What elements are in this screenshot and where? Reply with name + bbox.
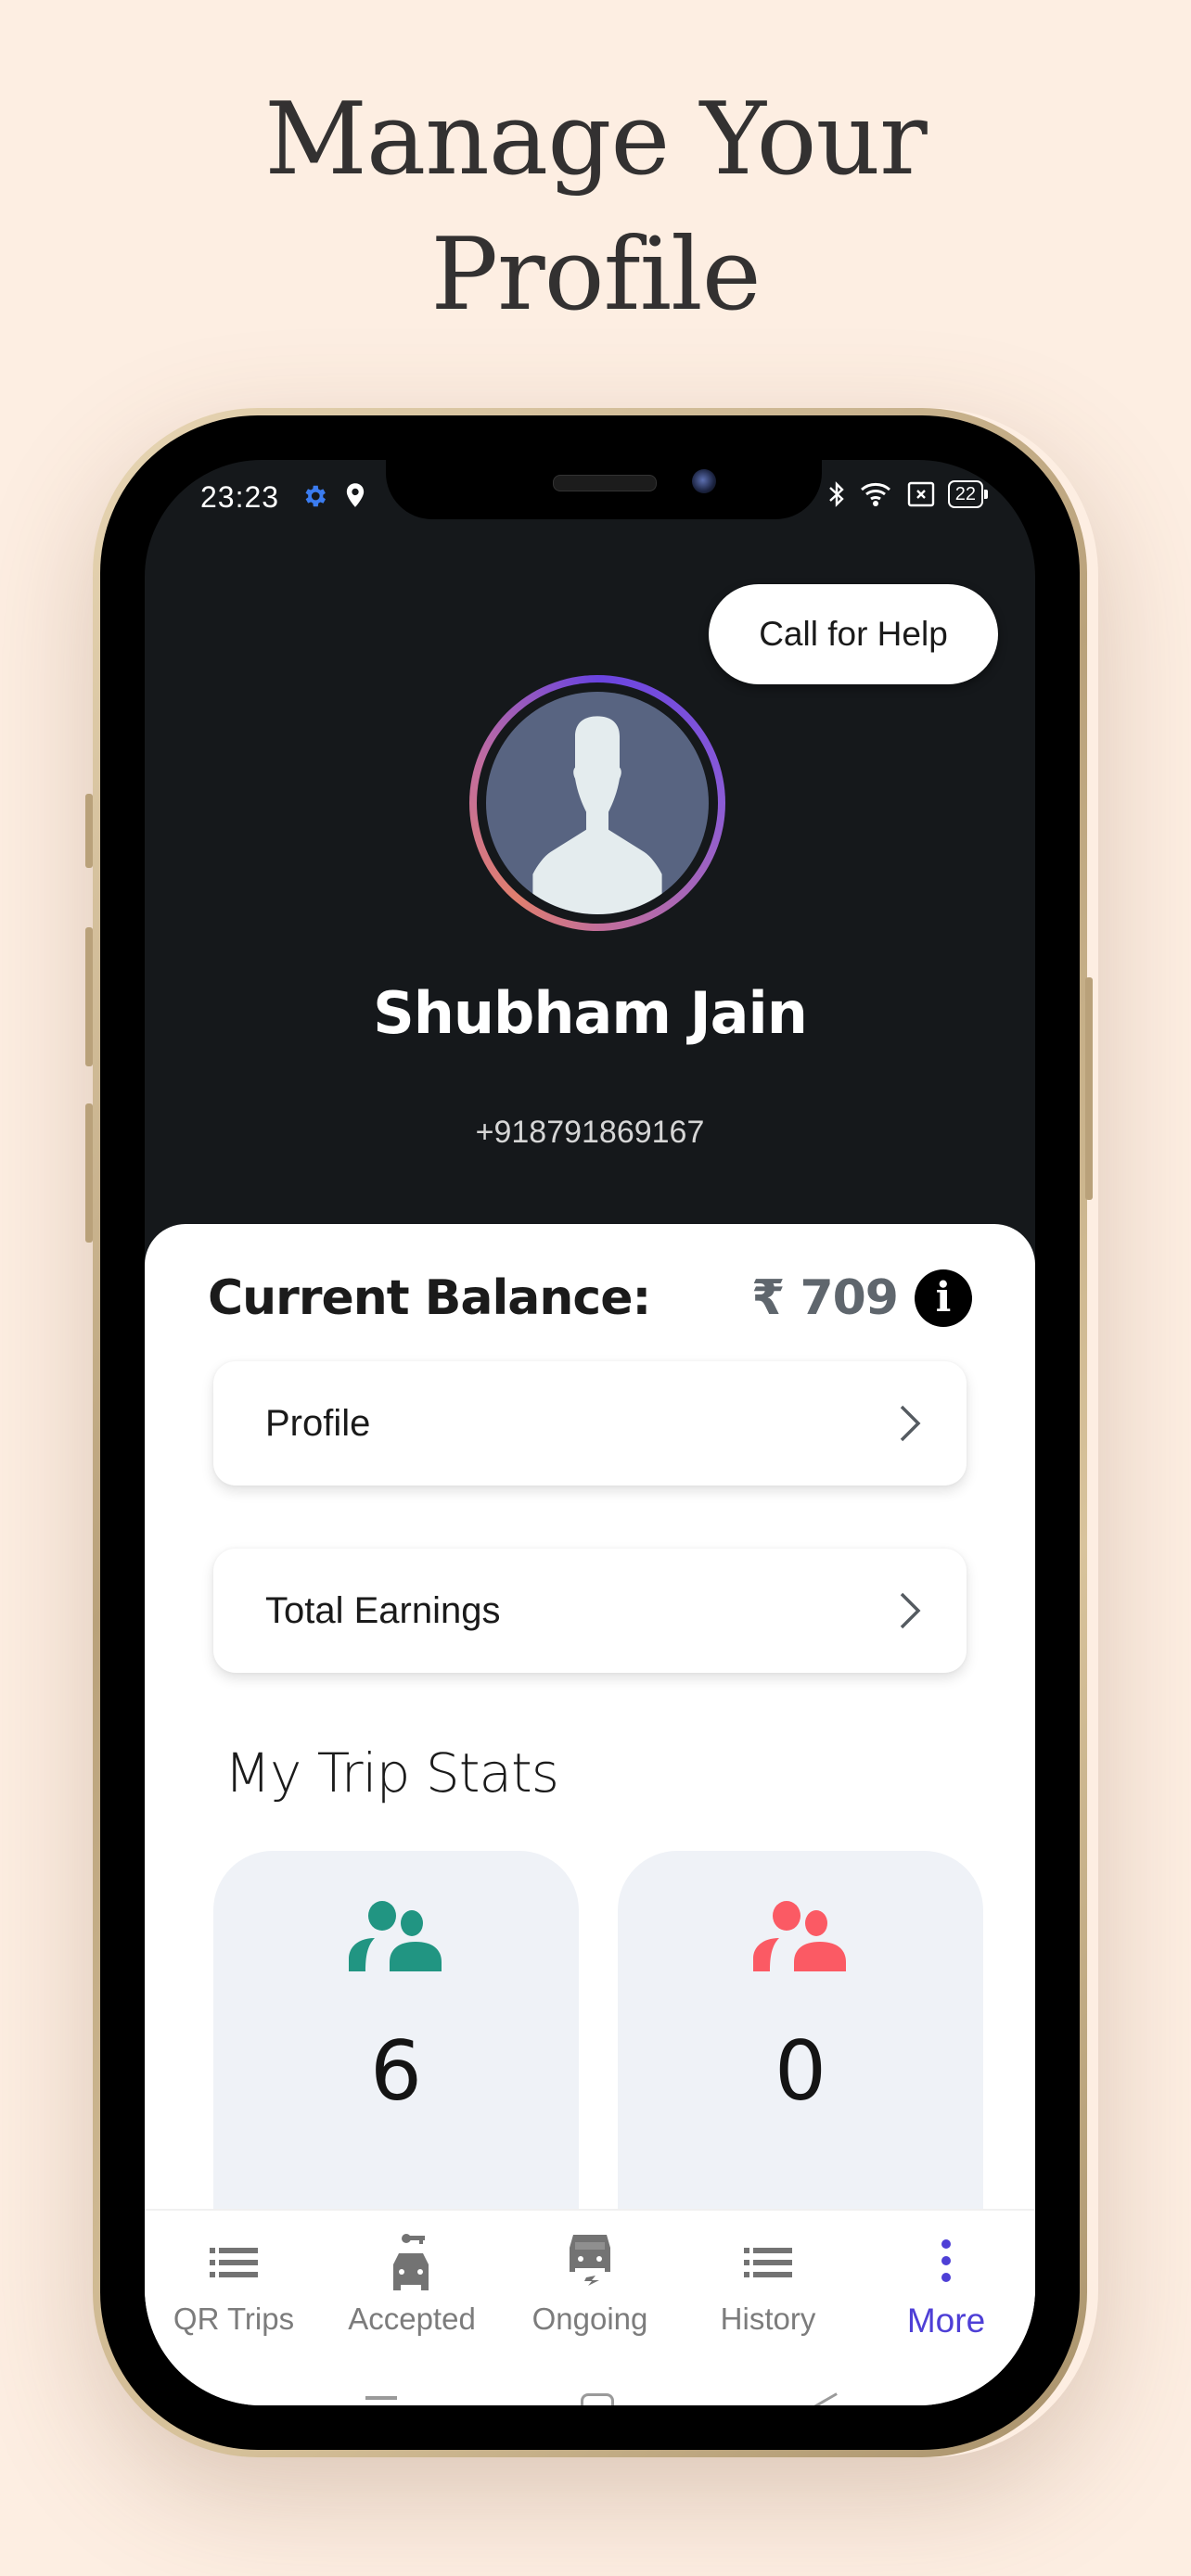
profile-menu-label: Profile: [265, 1402, 371, 1444]
marketing-headline: Manage Your Profile: [0, 72, 1191, 343]
headline-line-1: Manage Your: [264, 82, 927, 198]
car-key-icon: [393, 2234, 429, 2290]
nav-tab-history[interactable]: History: [679, 2211, 857, 2340]
silent-switch: [85, 794, 93, 868]
balance-value: ₹ 709: [751, 1270, 899, 1326]
bluetooth-icon: [828, 481, 844, 507]
volume-up-button: [85, 927, 93, 1066]
system-nav-bar: [145, 2378, 1035, 2405]
user-phone: +918791869167: [475, 1115, 705, 1150]
speaker-grille: [553, 475, 657, 491]
balance-row: Current Balance: ₹ 709 i: [208, 1261, 972, 1335]
people-icon: [349, 1901, 442, 1971]
phone-frame: 23:23 22 Call for Help Shubham Jain +918…: [93, 408, 1087, 2457]
list-icon: [210, 2248, 258, 2277]
headline-line-2: Profile: [430, 217, 761, 333]
chevron-right-icon: [900, 1592, 921, 1629]
nav-tab-ongoing[interactable]: Ongoing: [501, 2211, 679, 2340]
trip-stat-card[interactable]: 0: [618, 1851, 983, 2222]
balance-label: Current Balance:: [208, 1270, 651, 1326]
nav-tab-accepted[interactable]: Accepted: [323, 2211, 501, 2340]
phone-screen: 23:23 22 Call for Help Shubham Jain +918…: [145, 460, 1035, 2405]
nav-tab-qr-trips[interactable]: QR Trips: [145, 2211, 323, 2340]
notch: [386, 460, 822, 519]
battery-icon: 22: [947, 480, 989, 508]
user-name: Shubham Jain: [373, 979, 808, 1047]
bottom-nav: QR Trips Accepted Ongoing History More: [145, 2209, 1035, 2405]
default-user-silhouette-icon: [532, 716, 662, 914]
nav-tab-more[interactable]: More: [857, 2211, 1035, 2340]
status-bar: 23:23 22: [145, 460, 1035, 545]
nav-label: Ongoing: [531, 2302, 648, 2336]
status-time: 23:23: [200, 480, 280, 514]
profile-menu-item[interactable]: Profile: [213, 1361, 967, 1486]
call-for-help-button[interactable]: Call for Help: [709, 584, 998, 684]
total-earnings-menu-item[interactable]: Total Earnings: [213, 1549, 967, 1673]
total-earnings-menu-label: Total Earnings: [265, 1589, 501, 1631]
back-button[interactable]: [813, 2392, 838, 2405]
trip-stats-title: My Trip Stats: [224, 1741, 559, 1804]
trip-stat-card[interactable]: 6: [213, 1851, 579, 2222]
no-sim-icon: [907, 481, 934, 507]
recents-button[interactable]: [365, 2396, 397, 2400]
power-button: [1085, 977, 1093, 1200]
more-vertical-icon: [941, 2239, 951, 2282]
list-icon: [744, 2248, 792, 2277]
chevron-right-icon: [900, 1405, 921, 1442]
avatar[interactable]: [469, 675, 725, 931]
volume-down-button: [85, 1103, 93, 1243]
wifi-icon: [860, 483, 890, 506]
gear-icon: [305, 485, 326, 507]
location-pin-icon: [346, 483, 365, 507]
info-icon[interactable]: i: [915, 1269, 972, 1327]
nav-label: History: [720, 2302, 816, 2336]
trip-stat-value: 6: [370, 2023, 422, 2119]
nav-label: QR Trips: [173, 2302, 295, 2336]
phone-bezel: 23:23 22 Call for Help Shubham Jain +918…: [100, 415, 1080, 2450]
people-icon: [753, 1901, 846, 1971]
front-camera: [692, 469, 716, 493]
car-ongoing-icon: [570, 2235, 610, 2286]
home-button[interactable]: [581, 2393, 614, 2405]
nav-label: More: [906, 2302, 986, 2340]
nav-label: Accepted: [348, 2302, 476, 2336]
trip-stat-value: 0: [775, 2023, 826, 2119]
